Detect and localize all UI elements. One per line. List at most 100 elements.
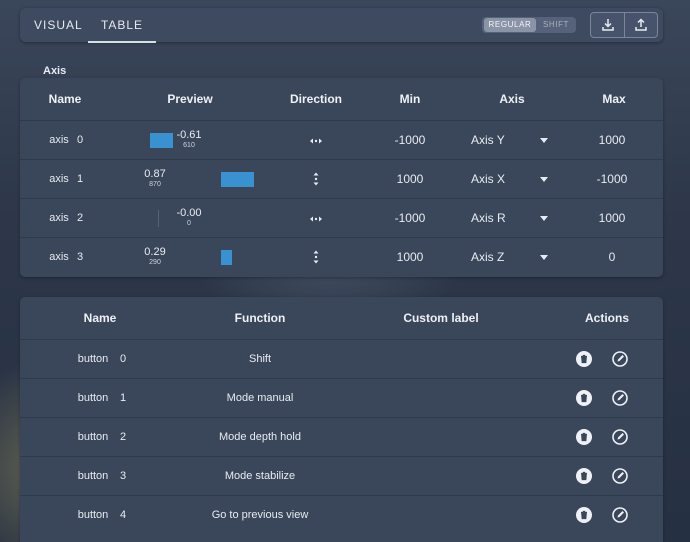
table-row: button 3 Mode stabilize	[20, 456, 663, 496]
table-row: axis 0 -0.61 610 -1000 Axis Y 1000	[20, 120, 663, 160]
button-custom-label[interactable]	[386, 379, 496, 418]
button-name: button	[77, 509, 109, 521]
axis-select-value[interactable]: Axis Y	[471, 121, 521, 160]
button-custom-label[interactable]	[386, 496, 496, 535]
edit-icon[interactable]	[612, 390, 628, 406]
axis-name: axis	[49, 173, 69, 185]
chevron-down-icon[interactable]	[540, 255, 548, 261]
button-name: button	[77, 431, 109, 443]
table-row: axis 3 0.29 290 1000 Axis Z 0	[20, 237, 663, 277]
preview-value: -0.00 0	[164, 207, 214, 229]
mode-shift-option[interactable]: SHIFT	[538, 17, 574, 33]
col-name: Name	[83, 311, 117, 325]
col-max: Max	[602, 92, 626, 106]
upload-icon[interactable]	[633, 17, 649, 33]
axis-name: axis	[49, 251, 69, 263]
axis-section-title: Axis	[43, 65, 67, 77]
trash-icon[interactable]	[576, 468, 592, 484]
axis-index: 0	[76, 134, 84, 146]
arrows-horizontal-icon[interactable]	[308, 133, 324, 149]
button-index: 3	[119, 470, 127, 482]
button-function: Go to previous view	[211, 509, 309, 521]
axis-select-value[interactable]: Axis Z	[471, 238, 521, 277]
tab-table[interactable]: TABLE	[88, 8, 156, 43]
axis-table-header: Name Preview Direction Min Axis Max	[20, 78, 663, 120]
preview-bar	[221, 172, 255, 187]
col-name: Name	[48, 92, 82, 106]
chevron-down-icon[interactable]	[540, 138, 548, 144]
button-custom-label[interactable]	[386, 340, 496, 379]
col-preview: Preview	[167, 92, 213, 106]
chevron-down-icon[interactable]	[540, 177, 548, 183]
col-direction: Direction	[289, 92, 342, 106]
axis-max-input[interactable]: 0	[582, 238, 642, 277]
axis-min-input[interactable]: -1000	[380, 121, 440, 160]
arrows-vertical-icon[interactable]	[308, 249, 324, 265]
axis-table: Name Preview Direction Min Axis Max axis…	[20, 78, 663, 277]
tab-bar: VISUAL TABLE REGULAR SHIFT	[20, 8, 663, 43]
preview-normalized: 0.29	[144, 246, 166, 258]
table-row: axis 1 0.87 870 1000 Axis X -1000	[20, 159, 663, 199]
axis-min-input[interactable]: -1000	[380, 199, 440, 238]
axis-max-input[interactable]: -1000	[582, 160, 642, 199]
edit-icon[interactable]	[612, 507, 628, 523]
button-name: button	[77, 392, 109, 404]
arrows-vertical-icon[interactable]	[308, 171, 324, 187]
axis-name: axis	[49, 212, 69, 224]
arrows-horizontal-icon[interactable]	[308, 211, 324, 227]
trash-icon[interactable]	[576, 351, 592, 367]
trash-icon[interactable]	[576, 390, 592, 406]
preview-value: 0.29 290	[130, 246, 180, 268]
button-custom-label[interactable]	[386, 457, 496, 496]
edit-icon[interactable]	[612, 468, 628, 484]
button-custom-label[interactable]	[386, 418, 496, 457]
axis-max-input[interactable]: 1000	[582, 121, 642, 160]
axis-select-value[interactable]: Axis R	[471, 199, 521, 238]
preview-bar	[158, 210, 159, 227]
button-table-header: Name Function Custom label Actions	[20, 297, 663, 339]
edit-icon[interactable]	[612, 351, 628, 367]
table-row: button 0 Shift	[20, 339, 663, 379]
preview-normalized: -0.00	[176, 207, 202, 219]
button-index: 2	[119, 431, 127, 443]
axis-min-input[interactable]: 1000	[380, 238, 440, 277]
axis-max-input[interactable]: 1000	[582, 199, 642, 238]
table-row: button 4 Go to previous view	[20, 495, 663, 535]
axis-index: 1	[76, 173, 84, 185]
col-function: Function	[234, 311, 286, 325]
download-icon[interactable]	[600, 17, 616, 33]
button-name: button	[77, 353, 109, 365]
mode-regular-option[interactable]: REGULAR	[484, 18, 536, 32]
button-function: Shift	[248, 353, 271, 365]
table-row: button 1 Mode manual	[20, 378, 663, 418]
col-min: Min	[399, 92, 421, 106]
preview-bar	[149, 133, 173, 148]
button-function: Mode manual	[226, 392, 294, 404]
button-function: Mode depth hold	[219, 431, 301, 443]
col-actions: Actions	[584, 311, 629, 325]
preview-raw: 290	[149, 259, 161, 266]
axis-min-input[interactable]: 1000	[380, 160, 440, 199]
button-table: Name Function Custom label Actions butto…	[20, 297, 663, 542]
tab-visual[interactable]: VISUAL	[34, 8, 83, 42]
divider	[624, 13, 625, 37]
axis-name: axis	[49, 134, 69, 146]
preview-bar	[221, 250, 233, 265]
trash-icon[interactable]	[576, 507, 592, 523]
button-index: 4	[119, 509, 127, 521]
button-name: button	[77, 470, 109, 482]
table-row: axis 2 -0.00 0 -1000 Axis R 1000	[20, 198, 663, 238]
button-function: Mode stabilize	[224, 470, 296, 482]
edit-icon[interactable]	[612, 429, 628, 445]
import-export-group	[590, 12, 658, 38]
mode-toggle[interactable]: REGULAR SHIFT	[482, 17, 576, 33]
button-index: 1	[119, 392, 127, 404]
axis-select-value[interactable]: Axis X	[471, 160, 521, 199]
preview-raw: 870	[149, 181, 161, 188]
chevron-down-icon[interactable]	[540, 216, 548, 222]
trash-icon[interactable]	[576, 429, 592, 445]
preview-value: 0.87 870	[130, 168, 180, 190]
axis-index: 2	[76, 212, 84, 224]
preview-raw: 0	[187, 220, 191, 227]
col-custom-label: Custom label	[403, 311, 479, 325]
